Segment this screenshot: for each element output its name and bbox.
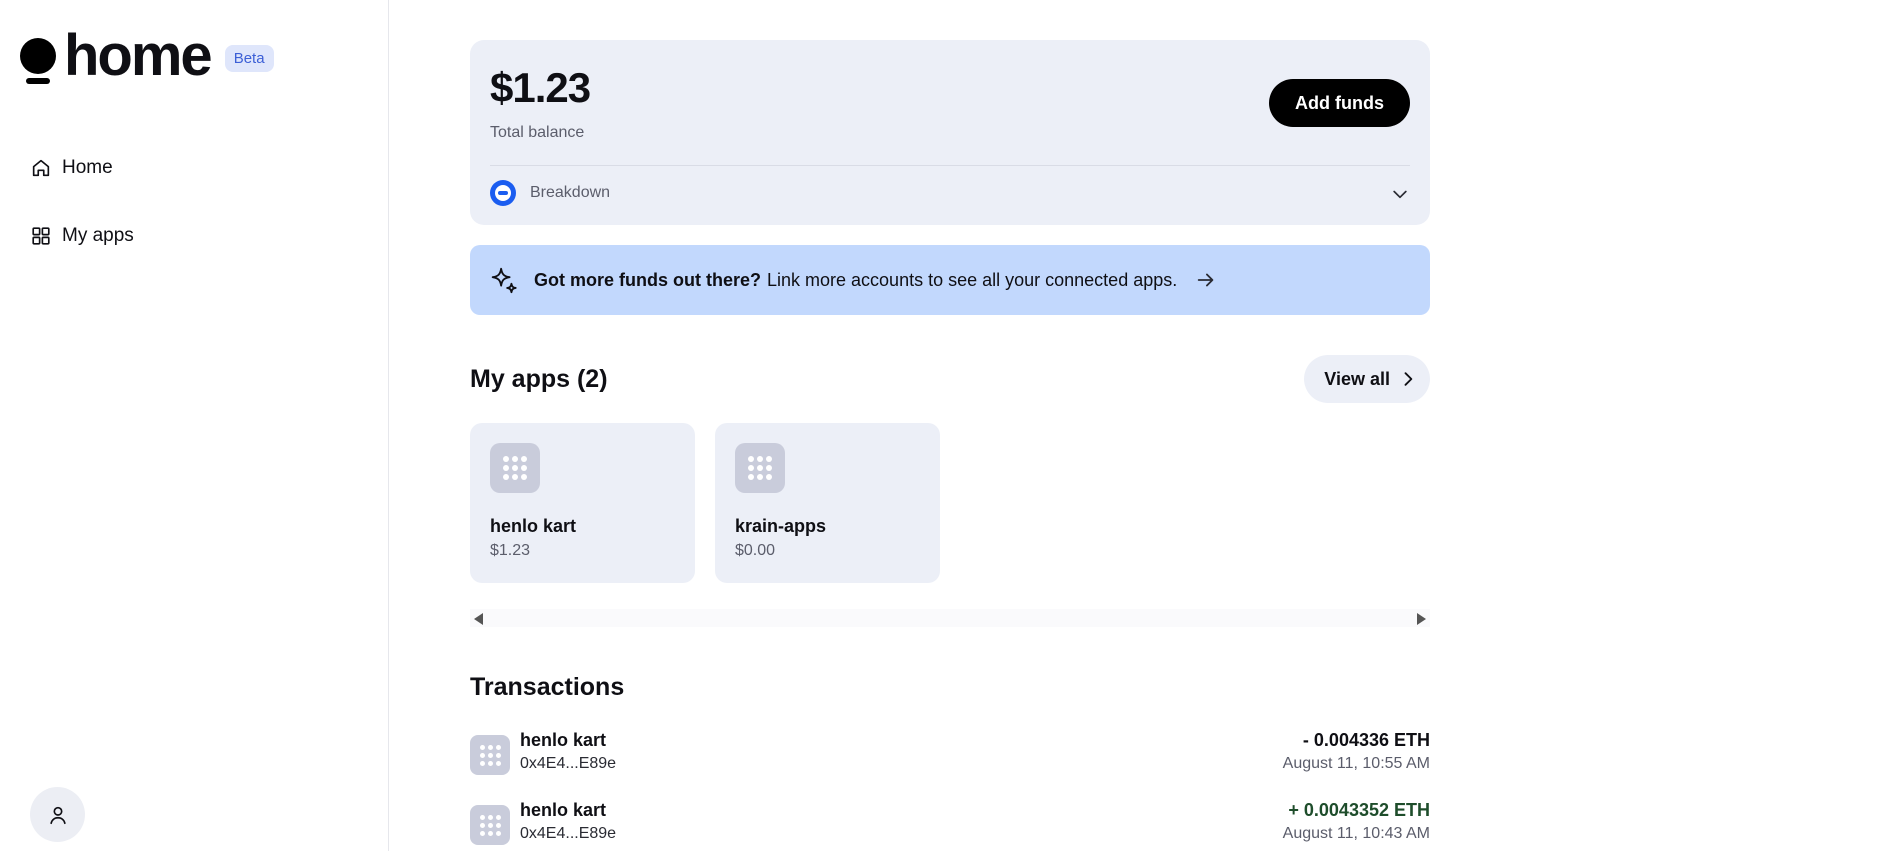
transaction-row[interactable]: henlo kart 0x4E4...E89e + 0.0043352 ETH …: [470, 800, 1430, 850]
logo-mark-icon: [18, 36, 58, 86]
app-grid-icon: [470, 735, 510, 775]
promo-headline: Got more funds out there?: [534, 269, 761, 290]
scroll-left-icon[interactable]: [474, 613, 483, 625]
sidebar-item-my-apps[interactable]: My apps: [30, 225, 134, 247]
transaction-date: August 11, 10:55 AM: [1282, 755, 1430, 772]
brand-logo[interactable]: home Beta: [18, 27, 274, 86]
transactions-heading: Transactions: [470, 673, 625, 701]
divider: [490, 165, 1410, 166]
total-balance-amount: $1.23: [490, 64, 591, 111]
app-grid-icon: [735, 443, 785, 493]
transaction-row[interactable]: henlo kart 0x4E4...E89e - 0.004336 ETH A…: [470, 730, 1430, 780]
transaction-app-name: henlo kart: [520, 730, 607, 750]
profile-button[interactable]: [30, 787, 85, 842]
grid-icon: [32, 227, 50, 245]
app-name: henlo kart: [490, 516, 577, 536]
brand-name: home: [64, 23, 213, 88]
sidebar: home Beta Home My apps: [0, 0, 389, 851]
app-grid-icon: [470, 805, 510, 845]
transaction-amount: - 0.004336 ETH: [1302, 730, 1430, 750]
sidebar-item-label: My apps: [62, 225, 134, 246]
view-all-button[interactable]: View all: [1304, 355, 1430, 403]
app-card-henlo-kart[interactable]: henlo kart $1.23: [470, 423, 695, 583]
app-balance: $1.23: [490, 542, 531, 559]
scroll-right-icon[interactable]: [1417, 613, 1426, 625]
transaction-address: 0x4E4...E89e: [520, 825, 617, 842]
app-name: krain-apps: [735, 516, 827, 536]
my-apps-heading: My apps (2): [470, 365, 608, 393]
user-icon: [49, 806, 66, 824]
app-grid-icon: [490, 443, 540, 493]
total-balance-label: Total balance: [490, 124, 585, 141]
home-icon: [32, 159, 50, 177]
link-accounts-banner[interactable]: Got more funds out there? Link more acco…: [470, 245, 1430, 315]
balance-card: $1.23 Total balance Add funds Breakdown: [470, 40, 1430, 225]
sidebar-item-label: Home: [62, 157, 113, 178]
chevron-down-icon[interactable]: [1390, 184, 1410, 204]
view-all-label: View all: [1324, 368, 1390, 389]
breakdown-label: Breakdown: [530, 184, 611, 201]
app-balance: $0.00: [735, 542, 776, 559]
transaction-date: August 11, 10:43 AM: [1282, 825, 1430, 842]
transaction-address: 0x4E4...E89e: [520, 755, 617, 772]
arrow-right-icon: [1198, 273, 1214, 287]
apps-horizontal-scrollbar[interactable]: [470, 609, 1430, 627]
transaction-app-name: henlo kart: [520, 800, 607, 820]
breakdown-toggle[interactable]: Breakdown: [490, 180, 610, 206]
chevron-right-icon: [1404, 372, 1413, 386]
sidebar-item-home[interactable]: Home: [30, 157, 113, 179]
app-card-krain-apps[interactable]: krain-apps $0.00: [715, 423, 940, 583]
beta-badge: Beta: [224, 44, 274, 72]
promo-text: Link more accounts to see all your conne…: [767, 269, 1178, 290]
coin-icon: [490, 180, 516, 206]
transaction-amount: + 0.0043352 ETH: [1288, 800, 1430, 820]
add-funds-button[interactable]: Add funds: [1269, 79, 1410, 127]
sparkle-icon: [491, 267, 517, 294]
